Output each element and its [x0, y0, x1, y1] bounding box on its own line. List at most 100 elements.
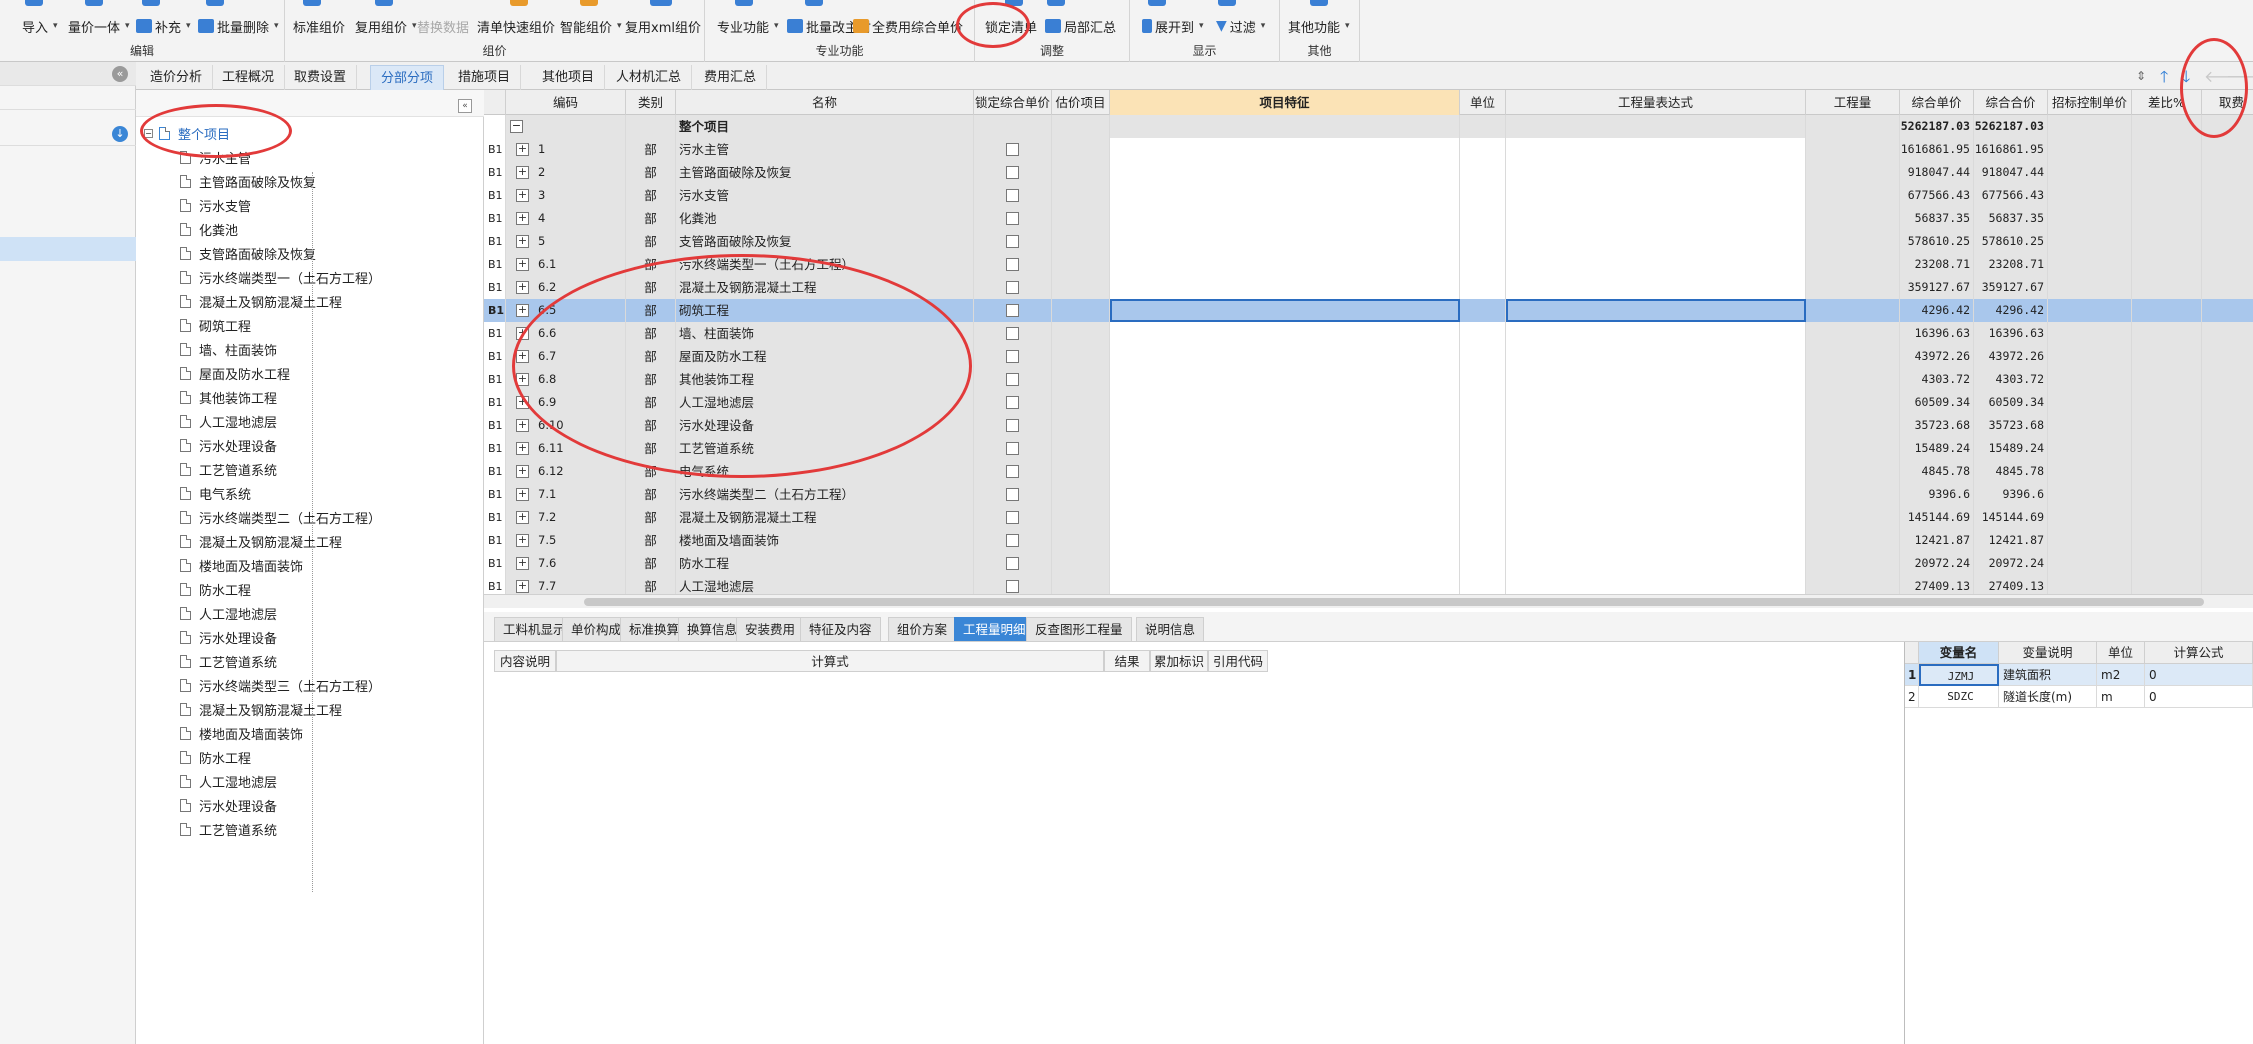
unit-price-cell[interactable]: 1616861.95 — [1900, 138, 1974, 161]
fee-cell[interactable] — [2202, 506, 2253, 529]
code-cell[interactable]: +7.7 — [506, 575, 626, 594]
tree-item[interactable]: 混凝土及钢筋混凝土工程 — [180, 290, 342, 312]
expand-toggle-icon[interactable]: + — [516, 327, 529, 340]
code-cell[interactable]: +6.11 — [506, 437, 626, 460]
estimate-item-cell[interactable] — [1052, 529, 1110, 552]
feature-cell[interactable] — [1110, 437, 1460, 460]
code-cell[interactable]: +4 — [506, 207, 626, 230]
feature-cell[interactable] — [1110, 506, 1460, 529]
unit-cell[interactable] — [1460, 529, 1506, 552]
name-cell[interactable]: 污水终端类型一（土石方工程） — [676, 253, 974, 276]
code-cell[interactable]: +6.2 — [506, 276, 626, 299]
header-bid-control-price[interactable]: 招标控制单价 — [2048, 90, 2132, 115]
filter-button[interactable]: ▼ 过滤 ▾ — [1216, 16, 1265, 36]
grid-row[interactable]: B1 +6.1 部污水终端类型一（土石方工程） 23208.71 23208.71 — [484, 253, 2253, 276]
grid-row[interactable]: B1 +7.2 部混凝土及钢筋混凝土工程 145144.69 145144.69 — [484, 506, 2253, 529]
grid-row[interactable]: B1 +6.10 部污水处理设备 35723.68 35723.68 — [484, 414, 2253, 437]
quantity-cell[interactable] — [1806, 391, 1900, 414]
name-cell[interactable]: 工艺管道系统 — [676, 437, 974, 460]
quantity-expr-cell[interactable] — [1506, 138, 1806, 161]
lock-unit-price-cell[interactable] — [974, 368, 1052, 391]
diff-cell[interactable] — [2132, 437, 2202, 460]
tree-item[interactable]: 污水处理设备 — [180, 794, 277, 816]
bid-control-cell[interactable] — [2048, 414, 2132, 437]
lock-checkbox[interactable] — [1006, 442, 1019, 455]
lock-checkbox[interactable] — [1006, 258, 1019, 271]
bid-control-cell[interactable] — [2048, 345, 2132, 368]
scrollbar-thumb[interactable] — [584, 598, 2204, 606]
category-cell[interactable]: 部 — [626, 322, 676, 345]
quantity-cell[interactable] — [1806, 506, 1900, 529]
diff-cell[interactable] — [2132, 483, 2202, 506]
unit-cell[interactable] — [1460, 460, 1506, 483]
expand-toggle-icon[interactable]: + — [516, 166, 529, 179]
lock-unit-price-cell[interactable] — [974, 506, 1052, 529]
collapse-nav-icon[interactable]: « — [112, 66, 128, 82]
tree-item[interactable]: 污水终端类型二（土石方工程） — [180, 506, 381, 528]
lock-unit-price-cell[interactable] — [974, 276, 1052, 299]
grid-row[interactable]: B1 +6.11 部工艺管道系统 15489.24 15489.24 — [484, 437, 2253, 460]
total-price-cell[interactable]: 23208.71 — [1974, 253, 2048, 276]
fee-cell[interactable] — [2202, 299, 2253, 322]
lock-checkbox[interactable] — [1006, 580, 1019, 593]
lock-unit-price-cell[interactable] — [974, 552, 1052, 575]
bottom-tab-4[interactable]: 安装费用 — [736, 617, 805, 641]
lock-unit-price-cell[interactable] — [974, 460, 1052, 483]
collapse-toggle-icon[interactable]: − — [144, 128, 153, 138]
quantity-cell[interactable] — [1806, 483, 1900, 506]
diff-cell[interactable] — [2132, 184, 2202, 207]
code-cell[interactable]: +6.9 — [506, 391, 626, 414]
estimate-item-cell[interactable] — [1052, 322, 1110, 345]
tree-item[interactable]: 混凝土及钢筋混凝土工程 — [180, 530, 342, 552]
price-integration-button[interactable]: 量价一体 ▾ — [68, 16, 130, 36]
unit-cell[interactable] — [1460, 230, 1506, 253]
total-price-cell[interactable]: 677566.43 — [1974, 184, 2048, 207]
left-nav-row[interactable] — [0, 86, 136, 110]
unit-price-cell[interactable]: 16396.63 — [1900, 322, 1974, 345]
unit-price-cell[interactable]: 35723.68 — [1900, 414, 1974, 437]
total-price-cell[interactable]: 578610.25 — [1974, 230, 2048, 253]
left-nav-row[interactable]: ↓ — [0, 122, 136, 146]
diff-cell[interactable] — [2132, 253, 2202, 276]
total-price-cell[interactable]: 12421.87 — [1974, 529, 2048, 552]
category-cell[interactable]: 部 — [626, 552, 676, 575]
feature-cell[interactable] — [1110, 552, 1460, 575]
header-quantity-expr[interactable]: 工程量表达式 — [1506, 90, 1806, 115]
variable-name-cell[interactable]: JZMJ — [1919, 664, 1999, 686]
bid-control-cell[interactable] — [2048, 161, 2132, 184]
category-cell[interactable]: 部 — [626, 414, 676, 437]
name-cell[interactable]: 污水主管 — [676, 138, 974, 161]
move-down-icon[interactable]: 🡓 — [2182, 66, 2190, 93]
quantity-expr-cell[interactable] — [1506, 253, 1806, 276]
tab-5[interactable]: 其他项目 — [532, 65, 606, 90]
diff-cell[interactable] — [2132, 230, 2202, 253]
quantity-expr-cell[interactable] — [1506, 437, 1806, 460]
variable-formula-cell[interactable]: 0 — [2145, 686, 2253, 708]
quantity-cell[interactable] — [1806, 253, 1900, 276]
name-cell[interactable]: 砌筑工程 — [676, 299, 974, 322]
expand-toggle-icon[interactable]: + — [516, 212, 529, 225]
quantity-expr-cell[interactable] — [1506, 230, 1806, 253]
lock-unit-price-cell[interactable] — [974, 437, 1052, 460]
header-diff[interactable]: 差比% — [2132, 90, 2202, 115]
category-cell[interactable]: 部 — [626, 138, 676, 161]
lock-checkbox[interactable] — [1006, 465, 1019, 478]
lock-unit-price-cell[interactable] — [974, 414, 1052, 437]
unit-price-cell[interactable]: 15489.24 — [1900, 437, 1974, 460]
expand-toggle-icon[interactable]: + — [516, 235, 529, 248]
quantity-expr-cell[interactable] — [1506, 575, 1806, 594]
grid-row[interactable]: B1 +6.5 部砌筑工程 4296.42 4296.42 — [484, 299, 2253, 322]
estimate-item-cell[interactable] — [1052, 276, 1110, 299]
total-price-cell[interactable]: 359127.67 — [1974, 276, 2048, 299]
quantity-cell[interactable] — [1806, 460, 1900, 483]
tab-7[interactable]: 费用汇总 — [694, 65, 768, 90]
quantity-cell[interactable] — [1806, 552, 1900, 575]
tree-item[interactable]: 人工湿地滤层 — [180, 410, 277, 432]
feature-cell[interactable] — [1110, 138, 1460, 161]
variable-desc-cell[interactable]: 建筑面积 — [1999, 664, 2097, 686]
quantity-expr-cell[interactable] — [1506, 368, 1806, 391]
tab-1[interactable]: 工程概况 — [212, 65, 286, 90]
code-cell[interactable]: +7.6 — [506, 552, 626, 575]
fee-cell[interactable] — [2202, 207, 2253, 230]
fee-cell[interactable] — [2202, 253, 2253, 276]
